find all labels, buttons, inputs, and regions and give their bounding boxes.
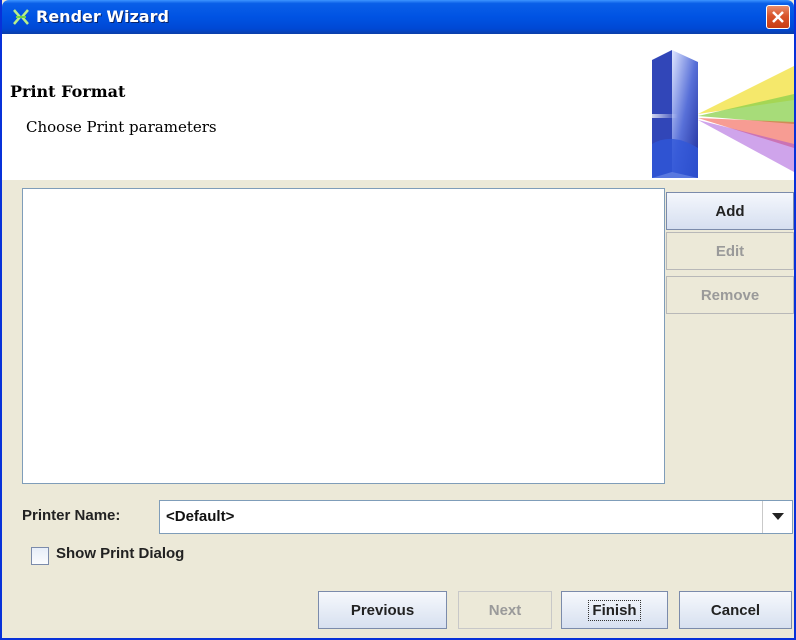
wizard-icon [12, 8, 30, 26]
window-title: Render Wizard [36, 7, 169, 26]
wizard-header: Print Format Choose Print parameters [2, 34, 794, 180]
dropdown-button[interactable] [762, 501, 792, 533]
close-icon [772, 11, 784, 23]
next-button[interactable]: Next [458, 591, 552, 629]
render-wizard-window: Render Wizard Print Format Choose Print … [0, 0, 796, 640]
cancel-button[interactable]: Cancel [679, 591, 792, 629]
finish-label: Finish [588, 599, 641, 621]
edit-button[interactable]: Edit [666, 232, 794, 270]
close-button[interactable] [766, 5, 790, 29]
printer-name-label: Printer Name: [22, 507, 121, 524]
show-print-dialog-label[interactable]: Show Print Dialog [56, 545, 184, 562]
printer-name-value: <Default> [166, 508, 235, 525]
chevron-down-icon [772, 513, 784, 520]
remove-button[interactable]: Remove [666, 276, 794, 314]
title-bar[interactable]: Render Wizard [2, 0, 794, 34]
print-format-list[interactable] [22, 188, 665, 484]
finish-button[interactable]: Finish [561, 591, 668, 629]
prism-icon [608, 44, 794, 178]
add-button[interactable]: Add [666, 192, 794, 230]
show-print-dialog-checkbox[interactable] [31, 547, 49, 565]
previous-button[interactable]: Previous [318, 591, 447, 629]
page-title: Print Format [10, 82, 126, 101]
page-subtitle: Choose Print parameters [26, 118, 217, 136]
printer-name-select[interactable]: <Default> [159, 500, 793, 534]
